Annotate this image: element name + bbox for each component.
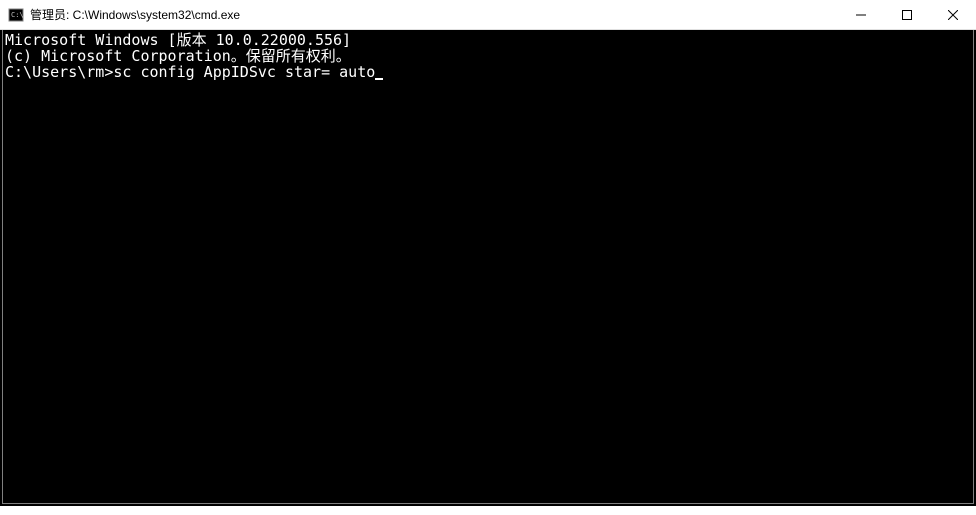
terminal-command: sc config AppIDSvc star= auto bbox=[113, 63, 375, 81]
terminal-area[interactable]: Microsoft Windows [版本 10.0.22000.556](c)… bbox=[2, 30, 974, 504]
terminal-output-line: Microsoft Windows [版本 10.0.22000.556] bbox=[5, 32, 971, 48]
svg-text:C:\: C:\ bbox=[11, 11, 24, 19]
terminal-cursor bbox=[375, 78, 383, 80]
minimize-button[interactable] bbox=[838, 0, 884, 30]
cmd-window: C:\ 管理员: C:\Windows\system32\cmd.exe Mic… bbox=[0, 0, 976, 506]
window-controls bbox=[838, 0, 976, 29]
cmd-icon: C:\ bbox=[8, 7, 24, 23]
window-title: 管理员: C:\Windows\system32\cmd.exe bbox=[30, 6, 838, 23]
maximize-button[interactable] bbox=[884, 0, 930, 30]
close-button[interactable] bbox=[930, 0, 976, 30]
terminal-prompt-line: C:\Users\rm>sc config AppIDSvc star= aut… bbox=[5, 64, 971, 80]
titlebar[interactable]: C:\ 管理员: C:\Windows\system32\cmd.exe bbox=[0, 0, 976, 30]
terminal-prompt: C:\Users\rm> bbox=[5, 63, 113, 81]
terminal-output-line: (c) Microsoft Corporation。保留所有权利。 bbox=[5, 48, 971, 64]
